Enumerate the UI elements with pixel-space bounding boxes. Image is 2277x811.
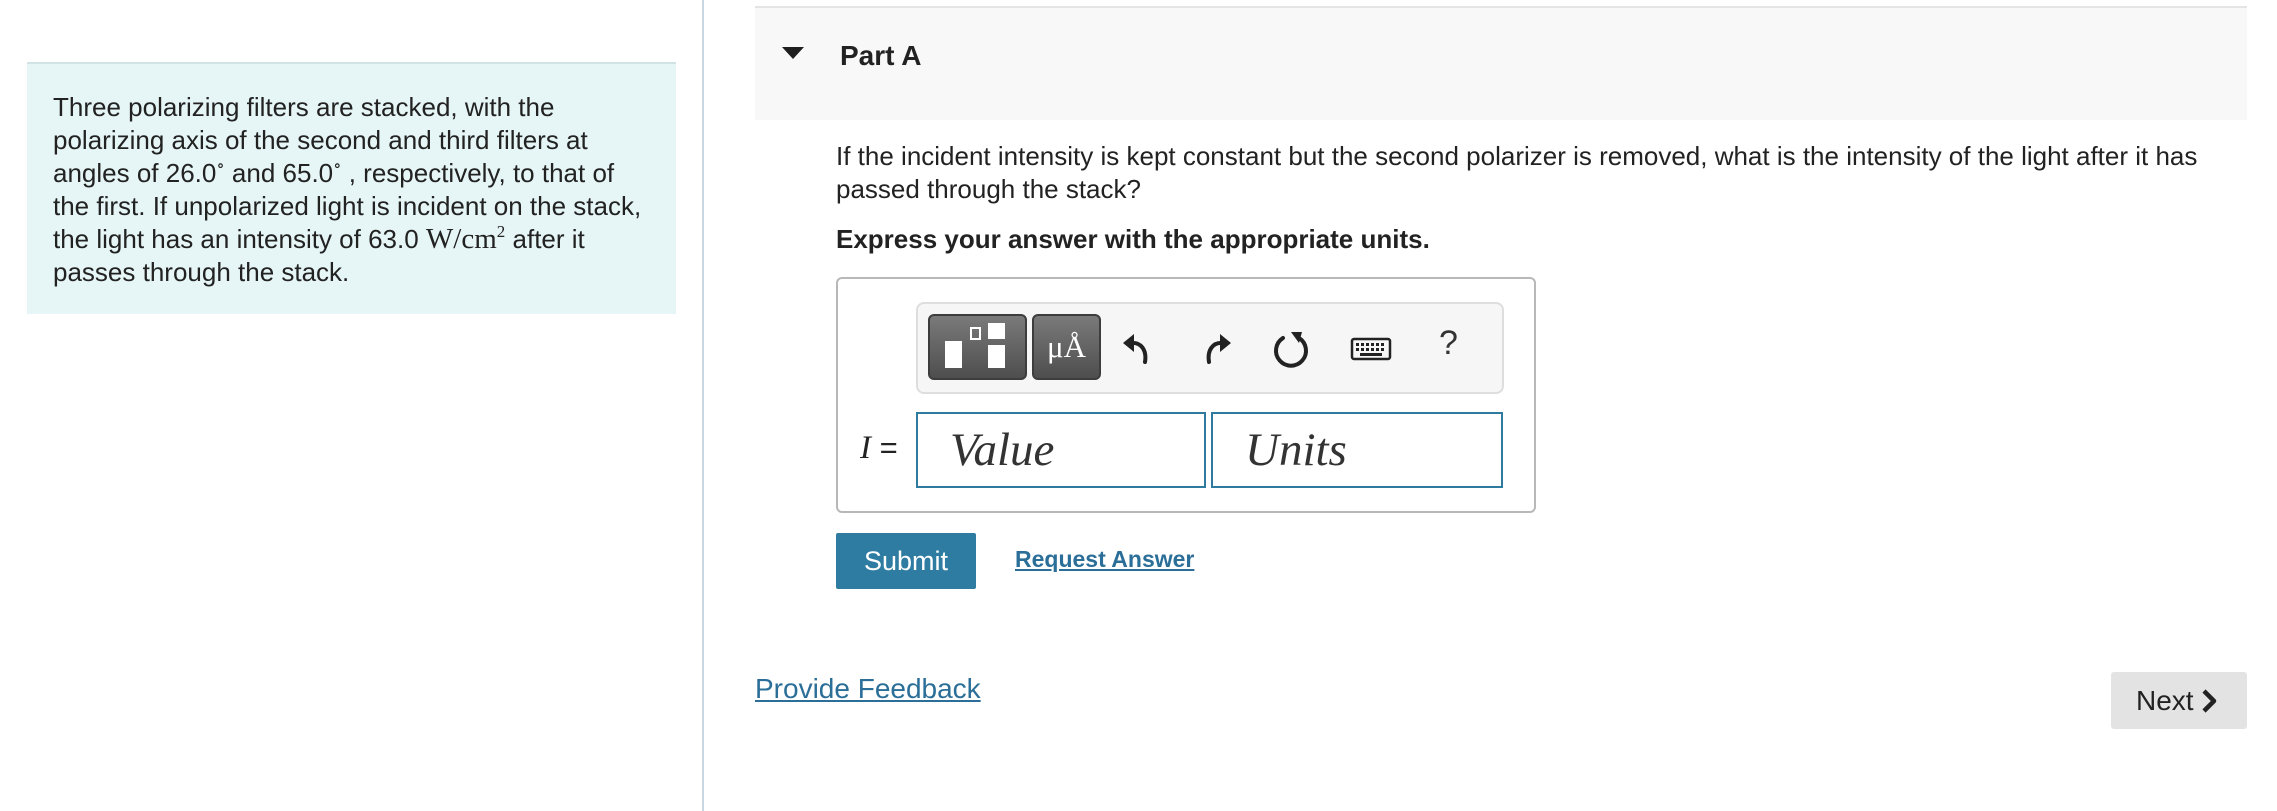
panel-divider — [702, 0, 704, 811]
instruction-text: Express your answer with the appropriate… — [836, 224, 1430, 254]
problem-panel: Three polarizing filters are stacked, wi… — [27, 62, 676, 314]
chevron-right-icon — [2202, 689, 2217, 713]
units-input[interactable] — [1211, 412, 1503, 488]
math-toolbar: μÅ ? — [916, 302, 1504, 394]
answer-box: μÅ ? I = — [836, 277, 1536, 513]
caret-down-icon[interactable] — [782, 47, 804, 59]
part-title: Part A — [840, 40, 922, 71]
intensity-unit-exponent: 2 — [496, 222, 506, 241]
provide-feedback-link[interactable]: Provide Feedback — [755, 673, 981, 705]
request-answer-link[interactable]: Request Answer — [1015, 546, 1194, 573]
degree-symbol: ∘ — [216, 156, 225, 175]
units-button[interactable]: μÅ — [1032, 314, 1101, 380]
variable-symbol: I — [860, 430, 871, 466]
undo-icon[interactable] — [1117, 326, 1161, 370]
equals-sign: = — [871, 430, 898, 465]
answer-variable-label: I = — [860, 430, 898, 467]
question-text: If the incident intensity is kept consta… — [836, 141, 2198, 204]
keyboard-icon[interactable] — [1350, 326, 1392, 370]
submit-button[interactable]: Submit — [836, 533, 976, 589]
next-button-label: Next — [2136, 684, 2194, 716]
units-icon: μÅ — [1046, 329, 1086, 364]
templates-button[interactable] — [928, 314, 1027, 380]
help-icon[interactable]: ? — [1439, 324, 1458, 363]
part-header[interactable]: Part A — [755, 6, 2247, 120]
next-button[interactable]: Next — [2111, 672, 2247, 729]
problem-statement: Three polarizing filters are stacked, wi… — [53, 91, 650, 289]
value-input[interactable] — [916, 412, 1206, 488]
problem-text-part: and 65.0 — [224, 158, 334, 188]
reset-icon[interactable] — [1269, 326, 1313, 370]
redo-icon[interactable] — [1193, 326, 1237, 370]
intensity-unit: W/cm — [425, 223, 497, 255]
